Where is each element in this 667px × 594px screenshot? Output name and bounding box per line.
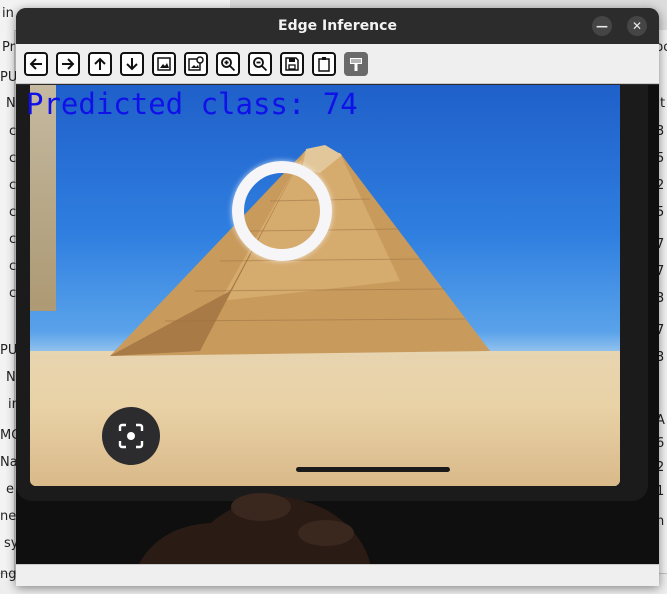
image-settings-button[interactable]: [184, 51, 208, 76]
zoom-in-button[interactable]: [216, 51, 240, 76]
forward-button[interactable]: [56, 51, 80, 76]
minimize-icon: —: [596, 19, 608, 33]
save-button[interactable]: [280, 51, 304, 76]
background-cell: Pr: [2, 40, 15, 55]
background-cell: PU: [0, 343, 18, 358]
brush-icon: [350, 57, 362, 71]
arrow-up-icon: [94, 57, 106, 70]
photo-hand: [139, 493, 370, 564]
properties-button[interactable]: [344, 51, 368, 76]
zoom-out-icon: [253, 56, 268, 71]
background-cell: N: [6, 370, 16, 385]
close-button[interactable]: ✕: [627, 16, 647, 36]
clipboard-button[interactable]: [312, 51, 336, 76]
clipboard-icon: [318, 56, 330, 72]
close-icon: ✕: [631, 19, 643, 33]
background-cell: PU: [0, 70, 18, 85]
inference-image-canvas[interactable]: Predicted class: 74: [16, 85, 659, 564]
background-cell: N: [6, 96, 16, 111]
arrow-down-icon: [126, 57, 138, 70]
down-button[interactable]: [120, 51, 144, 76]
zoom-out-button[interactable]: [248, 51, 272, 76]
background-cell: e: [6, 482, 14, 497]
status-bar: [16, 564, 659, 586]
background-cell: ne: [0, 509, 17, 524]
zoom-in-icon: [221, 56, 236, 71]
up-button[interactable]: [88, 51, 112, 76]
title-bar[interactable]: Edge Inference — ✕: [16, 8, 659, 44]
background-cell: ng: [0, 567, 17, 582]
minimize-button[interactable]: —: [592, 16, 612, 36]
image-gear-icon: [188, 55, 204, 71]
photo-tablet: [16, 85, 648, 501]
background-top-text: in: [2, 6, 14, 21]
photo-lens-button: [102, 407, 160, 465]
prediction-overlay-text: Predicted class: 74: [26, 87, 358, 121]
image-icon: [157, 56, 171, 71]
lens-icon: [118, 423, 144, 449]
photo-tablet-screen: [30, 85, 620, 486]
window-title: Edge Inference: [278, 18, 397, 34]
toolbar: [16, 44, 659, 84]
photo-focus-ring: [232, 161, 332, 261]
back-button[interactable]: [24, 51, 48, 76]
photo-home-bar: [296, 467, 450, 472]
edge-inference-window: Edge Inference — ✕ Predicted class: 74: [16, 8, 659, 586]
arrow-right-icon: [62, 57, 75, 70]
save-icon: [285, 56, 299, 71]
image-button[interactable]: [152, 51, 176, 76]
arrow-left-icon: [29, 57, 42, 70]
